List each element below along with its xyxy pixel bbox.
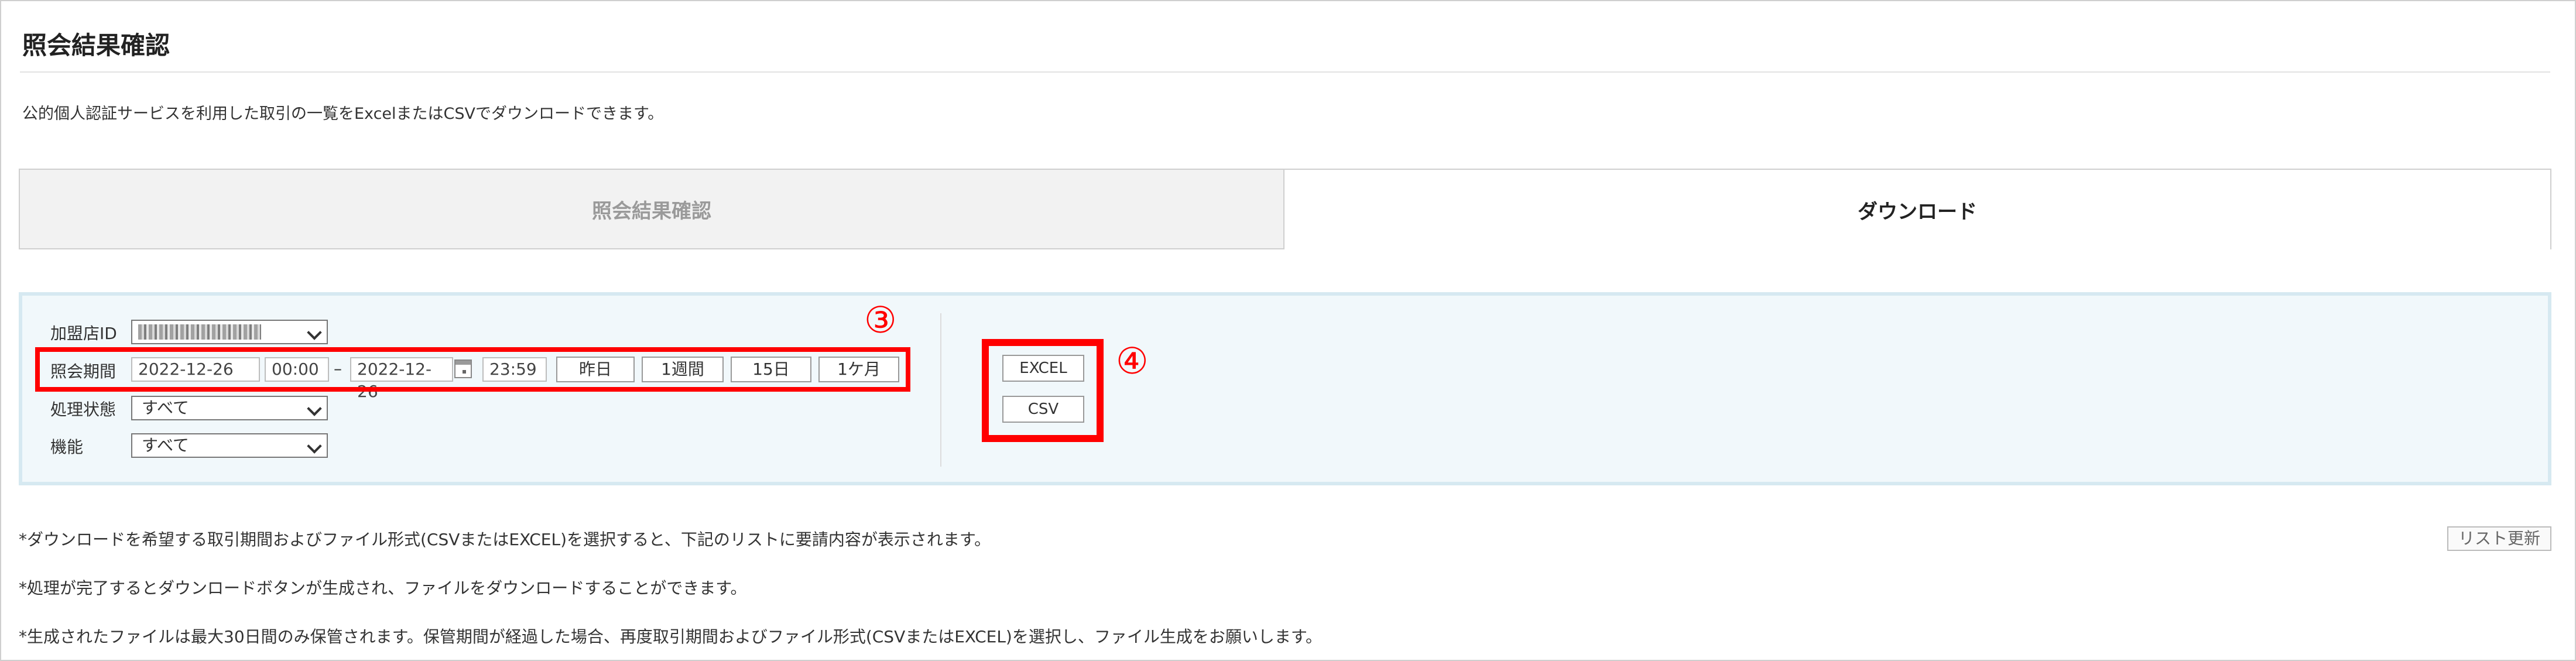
note-line-1: *ダウンロードを希望する取引期間およびファイル形式(CSVまたはEXCEL)を選… [19,530,991,549]
function-select-value: すべて [142,436,189,455]
function-select[interactable]: すべて [131,433,328,458]
tab-download[interactable]: ダウンロード [1283,169,2551,249]
merchant-id-label: 加盟店ID [50,324,117,343]
chevron-down-icon [307,325,322,340]
excel-download-button[interactable]: EXCEL [1002,355,1084,382]
note-line-2: *処理が完了するとダウンロードボタンが生成され、ファイルをダウンロードすることが… [19,578,747,598]
page-title: 照会結果確認 [22,31,170,60]
merchant-id-select[interactable] [131,320,328,344]
status-label: 処理状態 [50,400,117,419]
chevron-down-icon [307,439,322,454]
annotation-box-3 [35,347,910,392]
status-select[interactable]: すべて [131,396,328,420]
refresh-list-button[interactable]: リスト更新 [2447,526,2551,551]
tab-inquiry-results-label: 照会結果確認 [592,199,711,223]
annotation-marker-4: ④ [1116,340,1149,382]
merchant-id-masked-value [138,324,261,340]
tab-download-label: ダウンロード [1858,200,1977,224]
title-divider [20,71,2550,73]
chevron-down-icon [307,401,322,416]
panel-divider [940,313,941,467]
function-label: 機能 [50,437,84,457]
status-select-value: すべて [142,398,189,417]
annotation-marker-3: ③ [864,299,897,341]
note-line-3: *生成されたファイルは最大30日間のみ保管されます。保管期間が経過した場合、再度… [19,627,1323,646]
tab-underline [19,248,1284,249]
tab-inquiry-results[interactable]: 照会結果確認 [19,169,1284,249]
csv-download-button[interactable]: CSV [1002,396,1084,423]
page-description: 公的個人認証サービスを利用した取引の一覧をExcelまたはCSVでダウンロードで… [22,105,664,123]
